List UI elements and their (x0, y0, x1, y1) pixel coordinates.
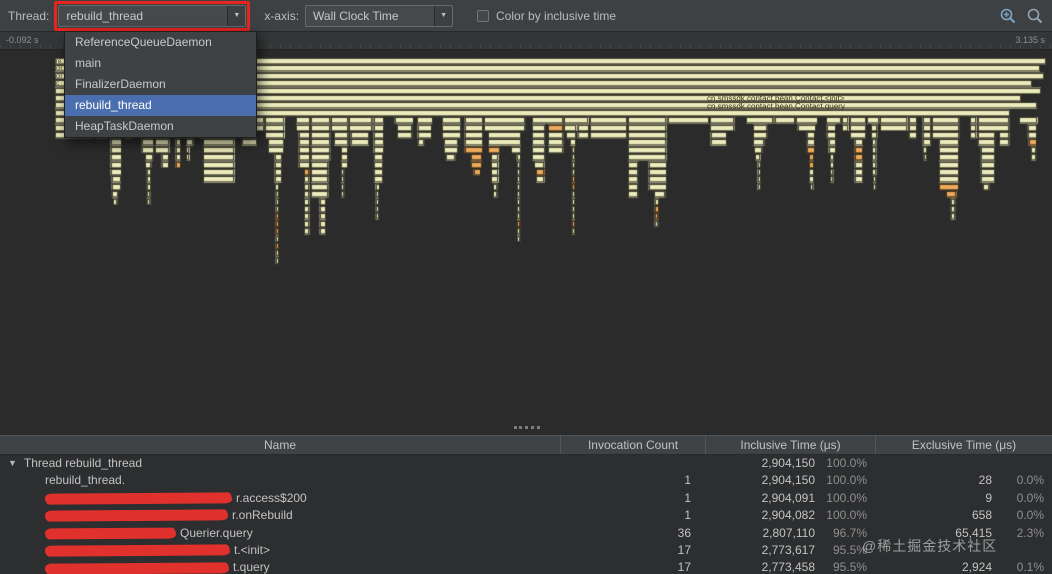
table-row[interactable]: r.onRebuild 1 2,904,082 100.0% 658 0.0% (0, 507, 1052, 525)
color-by-inclusive-label: Color by inclusive time (496, 8, 617, 23)
row-inclusive-time: 2,904,091 (761, 490, 815, 505)
row-name: Thread rebuild_thread (23, 456, 142, 470)
chevron-down-icon[interactable]: ▼ (434, 5, 453, 26)
row-invocation-count: 1 (684, 473, 691, 488)
redaction-scribble (44, 561, 230, 574)
row-exclusive-time: 658 (971, 508, 992, 523)
row-exclusive-time: 28 (978, 473, 992, 488)
dropdown-item[interactable]: FinalizerDaemon (65, 74, 256, 95)
thread-dropdown-value: rebuild_thread (66, 8, 144, 23)
chevron-down-icon[interactable]: ▼ (227, 5, 246, 26)
row-inclusive-pct: 95.5% (832, 560, 867, 574)
row-inclusive-time: 2,904,150 (761, 473, 815, 488)
dropdown-item-selected[interactable]: rebuild_thread (65, 95, 256, 116)
row-name: t.query (233, 560, 270, 574)
row-inclusive-time: 2,904,150 (761, 456, 815, 470)
flame-bar-label: cn.smssdk.contact.bean.Contact.query (707, 102, 845, 111)
row-inclusive-time: 2,904,082 (761, 508, 815, 523)
redaction-scribble (44, 544, 231, 557)
row-name: Querier.query (180, 525, 253, 540)
row-name: rebuild_thread. (45, 473, 126, 488)
xaxis-dropdown[interactable]: Wall Clock Time ▼ (305, 4, 454, 27)
annotation-box: rebuild_thread ▼ (54, 0, 251, 31)
row-exclusive-time (875, 455, 992, 472)
ruler-start-time: -0.092 s (6, 35, 39, 45)
row-exclusive-time: 2,924 (961, 560, 992, 574)
row-inclusive-time: 2,773,617 (761, 542, 815, 557)
redaction-scribble (44, 492, 233, 505)
row-name: r.onRebuild (232, 508, 293, 523)
dropdown-item[interactable]: HeapTaskDaemon (65, 116, 256, 137)
row-inclusive-pct: 95.5% (832, 542, 867, 557)
color-by-inclusive-checkbox[interactable] (477, 9, 490, 22)
row-inclusive-pct: 100.0% (826, 473, 867, 488)
thread-dropdown[interactable]: rebuild_thread ▼ (58, 4, 247, 27)
splitter-handle[interactable] (514, 426, 540, 429)
xaxis-label: x-axis: (264, 8, 300, 23)
table-row[interactable]: rebuild_thread. 1 2,904,150 100.0% 28 0.0% (0, 472, 1052, 490)
ruler-end-time: 3.135 s (1015, 35, 1045, 45)
row-exclusive-pct (992, 542, 1052, 559)
dropdown-item[interactable]: ReferenceQueueDaemon (65, 32, 256, 53)
row-name: r.access$200 (236, 490, 307, 505)
table-header: Name Invocation Count Inclusive Time (μs… (0, 435, 1052, 455)
table-row[interactable]: ▼ Thread rebuild_thread 2,904,150 100.0% (0, 455, 1052, 473)
dropdown-item[interactable]: main (65, 53, 256, 74)
row-inclusive-pct: 100.0% (826, 508, 867, 523)
row-inclusive-time: 2,807,110 (762, 525, 816, 540)
expand-arrow-icon[interactable]: ▼ (8, 455, 17, 472)
row-invocation-count: 36 (677, 525, 691, 540)
toolbar: Thread: rebuild_thread ▼ x-axis: Wall Cl… (0, 0, 1052, 32)
row-exclusive-time: 9 (985, 490, 992, 505)
row-exclusive-pct: 0.1% (1016, 560, 1044, 574)
row-invocation-count: 1 (684, 508, 691, 523)
profiler-window: Thread: rebuild_thread ▼ x-axis: Wall Cl… (0, 0, 1052, 574)
table-row[interactable]: Querier.query 36 2,807,110 96.7% 65,415 2.… (0, 524, 1052, 542)
row-exclusive-pct: 0.0% (1016, 473, 1044, 488)
redaction-scribble (44, 527, 177, 540)
row-inclusive-pct: 100.0% (826, 456, 867, 470)
thread-label: Thread: (8, 8, 50, 23)
row-exclusive-time (875, 542, 992, 559)
column-header-count[interactable]: Invocation Count (560, 436, 705, 454)
column-header-inclusive[interactable]: Inclusive Time (μs) (705, 436, 875, 454)
table-row[interactable]: t.query 17 2,773,458 95.5% 2,924 0.1% (0, 559, 1052, 574)
row-name: t.<init> (234, 542, 271, 557)
table-row[interactable]: r.access$200 1 2,904,091 100.0% 9 0.0% (0, 489, 1052, 508)
redaction-scribble (44, 509, 229, 522)
row-invocation-count: 1 (684, 490, 691, 505)
row-invocation-count (560, 455, 705, 472)
row-exclusive-pct: 0.0% (1016, 490, 1044, 505)
column-header-name[interactable]: Name (0, 436, 560, 454)
row-inclusive-pct: 100.0% (826, 490, 867, 505)
row-exclusive-pct: 0.0% (1016, 508, 1044, 523)
call-table: Name Invocation Count Inclusive Time (μs… (0, 435, 1052, 574)
column-header-exclusive[interactable]: Exclusive Time (μs) (875, 436, 1052, 454)
row-exclusive-time: 65,415 (955, 525, 992, 540)
zoom-to-selection-icon[interactable] (999, 7, 1017, 25)
row-invocation-count: 17 (677, 560, 691, 574)
thread-dropdown-popup: ReferenceQueueDaemon main FinalizerDaemo… (64, 31, 257, 138)
search-icon[interactable] (1026, 7, 1044, 25)
row-exclusive-pct: 2.3% (1016, 525, 1044, 540)
row-exclusive-pct (992, 455, 1052, 472)
row-invocation-count: 17 (677, 542, 691, 557)
row-inclusive-time: 2,773,458 (761, 560, 815, 574)
table-row[interactable]: t.<init> 17 2,773,617 95.5% (0, 541, 1052, 560)
row-inclusive-pct: 96.7% (832, 525, 867, 540)
xaxis-dropdown-value: Wall Clock Time (313, 8, 399, 23)
